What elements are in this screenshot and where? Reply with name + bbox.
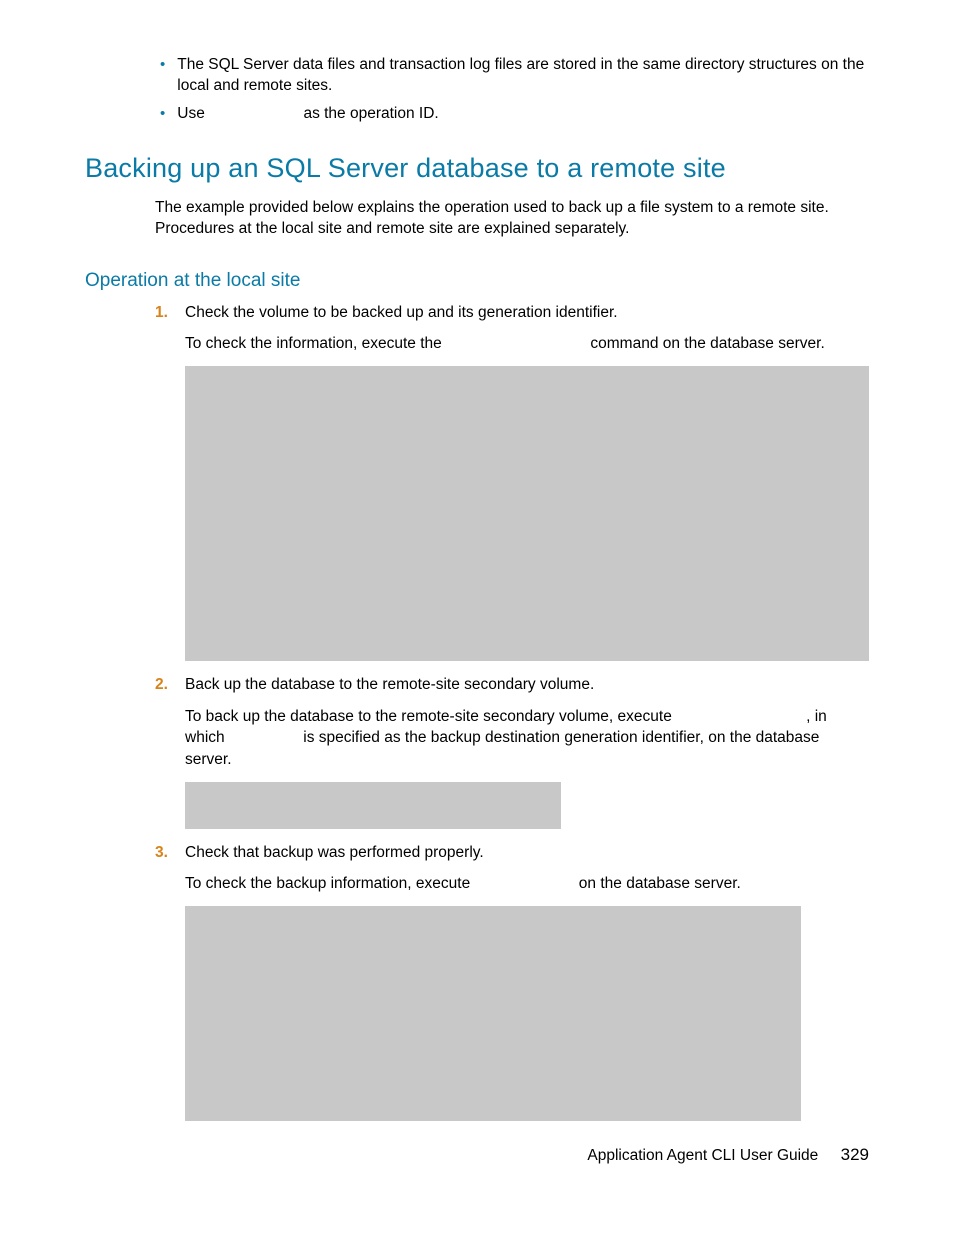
- bullet-text: Use as the operation ID.: [177, 104, 869, 125]
- ordered-list: 1. Check the volume to be backed up and …: [155, 302, 869, 1135]
- step-title: Check the volume to be backed up and its…: [185, 302, 869, 324]
- code-block: [185, 782, 561, 829]
- bullet-item: • Use as the operation ID.: [160, 104, 869, 125]
- step-title: Back up the database to the remote-site …: [185, 674, 869, 696]
- list-item: 3. Check that backup was performed prope…: [155, 842, 869, 1134]
- code-block: [185, 366, 869, 661]
- text-fragment: To back up the database to the remote-si…: [185, 708, 676, 725]
- page-number: 329: [841, 1145, 869, 1164]
- text-fragment: as the operation ID.: [299, 105, 439, 122]
- subsection-heading: Operation at the local site: [85, 270, 869, 292]
- bullet-dot-icon: •: [160, 104, 165, 124]
- step-number: 1.: [155, 302, 185, 324]
- text-fragment: To check the information, execute the: [185, 335, 446, 352]
- intro-paragraph: The example provided below explains the …: [155, 198, 869, 240]
- footer-title: Application Agent CLI User Guide: [587, 1147, 818, 1164]
- step-number: 2.: [155, 674, 185, 696]
- section-heading: Backing up an SQL Server database to a r…: [85, 153, 869, 184]
- bullet-item: • The SQL Server data files and transact…: [160, 55, 869, 97]
- page-footer: Application Agent CLI User Guide 329: [587, 1145, 869, 1165]
- bullet-dot-icon: •: [160, 55, 165, 75]
- text-fragment: Use: [177, 105, 209, 122]
- step-description: To check the backup information, execute…: [185, 873, 869, 895]
- list-item: 2. Back up the database to the remote-si…: [155, 674, 869, 842]
- step-description: To check the information, execute the co…: [185, 333, 869, 355]
- text-fragment: on the database server.: [575, 875, 741, 892]
- code-block: [185, 906, 801, 1121]
- step-title: Check that backup was performed properly…: [185, 842, 869, 864]
- bullet-list: • The SQL Server data files and transact…: [160, 55, 869, 125]
- step-description: To back up the database to the remote-si…: [185, 706, 869, 771]
- text-fragment: command on the database server.: [586, 335, 825, 352]
- list-item: 1. Check the volume to be backed up and …: [155, 302, 869, 674]
- step-number: 3.: [155, 842, 185, 864]
- text-fragment: is specified as the backup destination g…: [185, 729, 819, 768]
- text-fragment: To check the backup information, execute: [185, 875, 475, 892]
- bullet-text: The SQL Server data files and transactio…: [177, 55, 869, 97]
